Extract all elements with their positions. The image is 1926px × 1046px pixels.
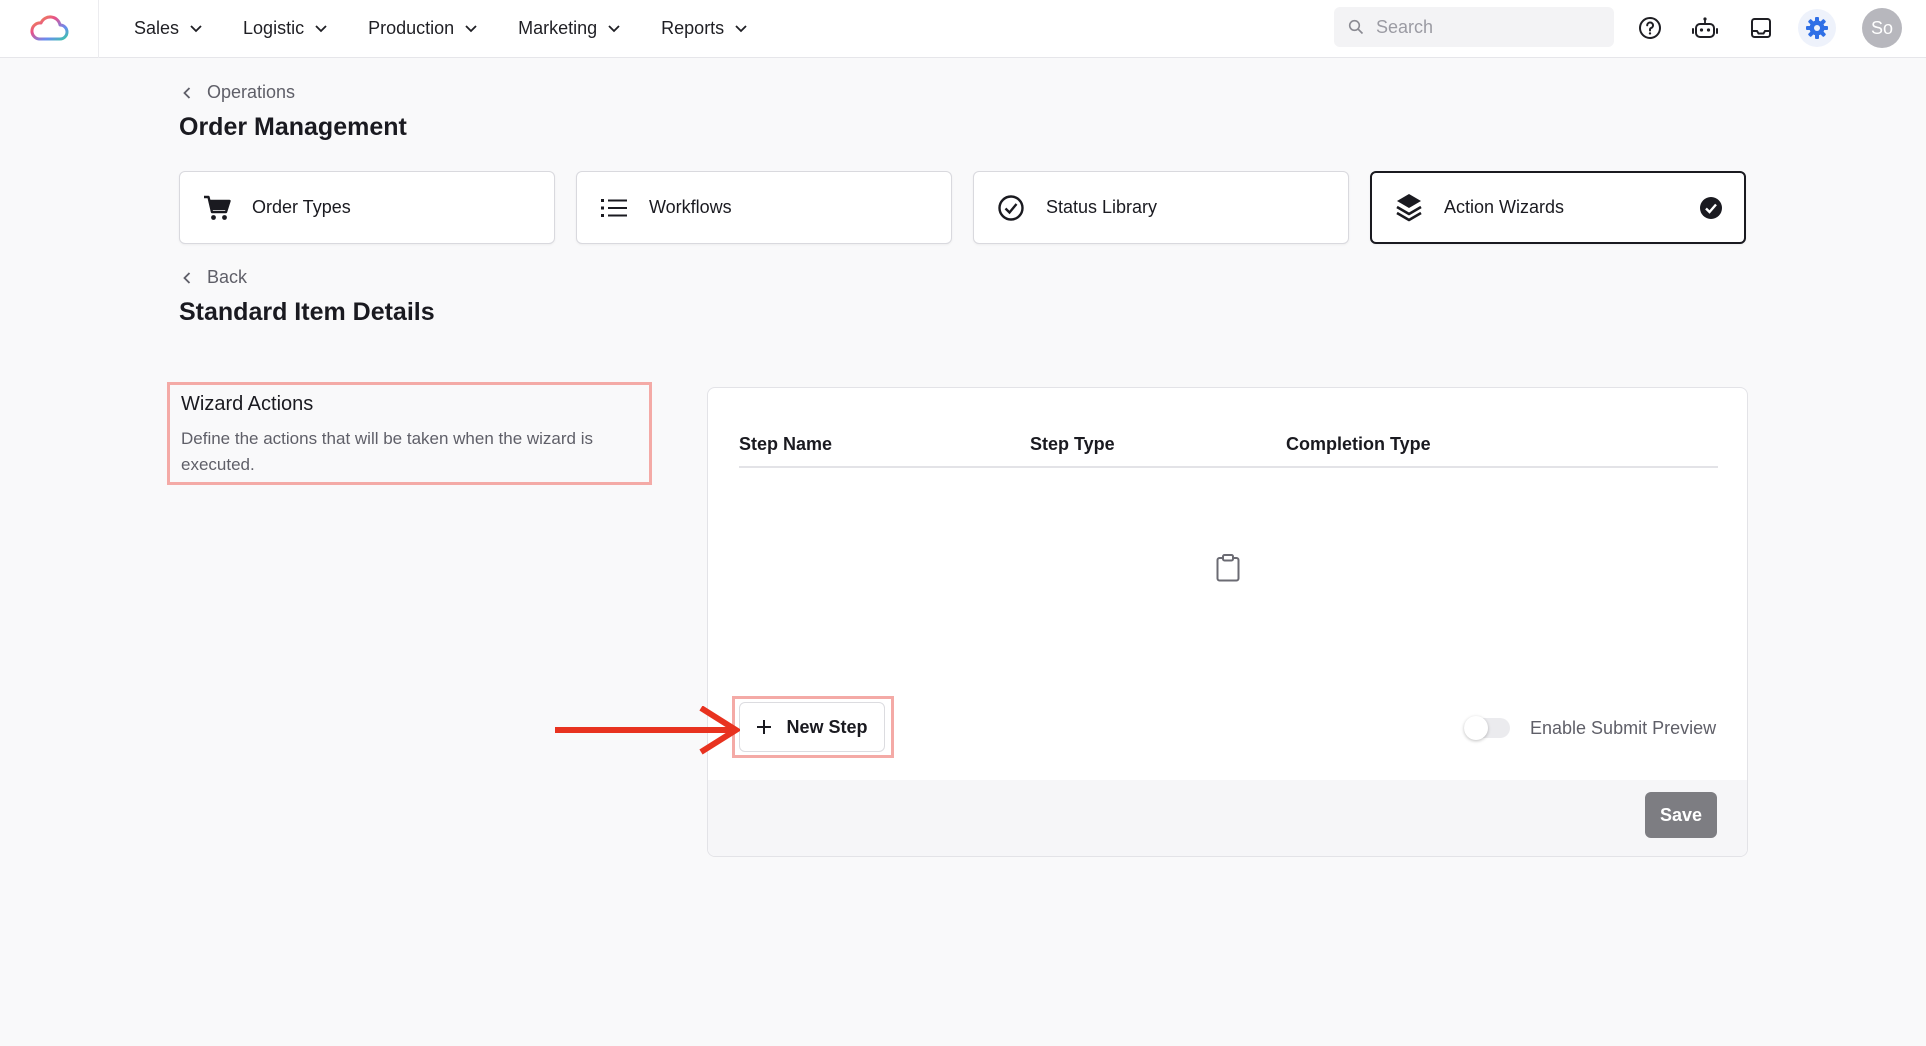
- check-circle-icon: [998, 194, 1024, 221]
- main-menu: Sales Logistic Production Marketing Repo…: [134, 0, 748, 56]
- clipboard-icon: [1216, 554, 1240, 582]
- avatar-initials: So: [1870, 17, 1894, 38]
- tab-workflows-label: Workflows: [649, 197, 732, 217]
- tab-order-types[interactable]: Order Types: [179, 171, 555, 244]
- plus-icon: [757, 720, 772, 734]
- back-link[interactable]: Back: [181, 267, 247, 288]
- user-avatar[interactable]: So: [1862, 8, 1902, 48]
- cloud-logo-icon: [30, 15, 69, 41]
- table-header: Step Name Step Type Completion Type: [739, 414, 1718, 468]
- new-step-button[interactable]: New Step: [739, 702, 885, 752]
- layers-icon: [1396, 193, 1422, 221]
- menu-sales[interactable]: Sales: [134, 18, 203, 39]
- menu-marketing[interactable]: Marketing: [518, 18, 621, 39]
- help-circle-icon: [1639, 17, 1661, 39]
- assistant-button[interactable]: [1686, 9, 1724, 47]
- help-button[interactable]: [1631, 9, 1669, 47]
- selected-check-icon: [1700, 197, 1722, 219]
- chevron-left-icon: [183, 271, 191, 284]
- menu-sales-label: Sales: [134, 17, 180, 38]
- chevron-down-icon: [190, 25, 202, 33]
- tab-action-wizards[interactable]: Action Wizards: [1370, 171, 1746, 244]
- menu-reports[interactable]: Reports: [661, 18, 748, 39]
- wizard-actions-section: Wizard Actions Define the actions that w…: [167, 382, 652, 485]
- inbox-button[interactable]: [1742, 9, 1780, 47]
- menu-logistic-label: Logistic: [243, 17, 305, 38]
- tab-action-wizards-label: Action Wizards: [1444, 197, 1565, 217]
- submit-preview-label: Enable Submit Preview: [1530, 718, 1717, 738]
- save-button[interactable]: Save: [1645, 792, 1717, 838]
- breadcrumb-label: Operations: [207, 82, 296, 102]
- cart-icon: [204, 195, 231, 220]
- menu-reports-label: Reports: [661, 17, 725, 38]
- page-title: Order Management: [179, 113, 407, 141]
- menu-logistic[interactable]: Logistic: [243, 18, 328, 39]
- search-input[interactable]: [1376, 16, 1596, 38]
- menu-production-label: Production: [368, 17, 455, 38]
- column-step-type: Step Type: [1030, 434, 1115, 454]
- toggle-knob: [1464, 716, 1488, 740]
- section-description: Define the actions that will be taken wh…: [181, 429, 594, 474]
- tab-status-library[interactable]: Status Library: [973, 171, 1349, 244]
- list-icon: [601, 198, 627, 217]
- menu-production[interactable]: Production: [368, 18, 478, 39]
- steps-panel: Step Name Step Type Completion Type New …: [707, 387, 1748, 857]
- tab-status-library-label: Status Library: [1046, 197, 1158, 217]
- settings-button[interactable]: [1798, 9, 1836, 47]
- submit-preview-toggle[interactable]: [1464, 716, 1510, 740]
- annotation-arrow-icon: [555, 706, 740, 755]
- menu-marketing-label: Marketing: [518, 17, 598, 38]
- panel-footer: [708, 780, 1747, 856]
- chevron-down-icon: [608, 25, 620, 33]
- new-step-label: New Step: [786, 716, 868, 737]
- detail-title: Standard Item Details: [179, 298, 435, 326]
- chevron-down-icon: [465, 25, 477, 33]
- chevron-down-icon: [315, 25, 327, 33]
- tab-workflows[interactable]: Workflows: [576, 171, 952, 244]
- search-box[interactable]: [1334, 7, 1614, 47]
- breadcrumb-operations[interactable]: Operations: [181, 82, 295, 103]
- gear-icon: [1806, 17, 1828, 39]
- chevron-down-icon: [735, 25, 747, 33]
- column-step-name: Step Name: [739, 434, 833, 454]
- inbox-icon: [1751, 18, 1771, 38]
- search-icon: [1348, 19, 1364, 35]
- logo-cell[interactable]: [0, 0, 99, 58]
- section-title: Wizard Actions: [181, 393, 314, 415]
- back-label: Back: [207, 267, 248, 287]
- robot-icon: [1692, 17, 1718, 38]
- tab-order-types-label: Order Types: [252, 197, 351, 217]
- top-navigation-bar: Sales Logistic Production Marketing Repo…: [0, 0, 1926, 58]
- column-completion-type: Completion Type: [1286, 434, 1431, 454]
- chevron-left-icon: [183, 86, 191, 99]
